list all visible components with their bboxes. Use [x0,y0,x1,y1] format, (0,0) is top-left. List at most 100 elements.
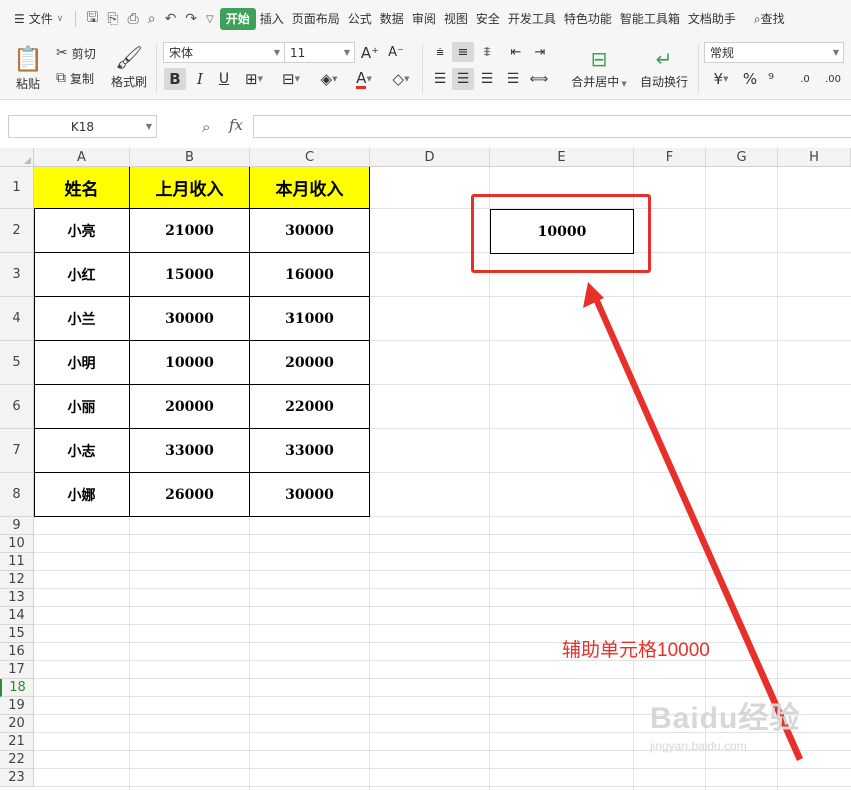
file-menu-label: 文件 [28,12,53,26]
tab-review[interactable]: 审阅 [408,8,440,30]
font-name-value: 宋体 [169,46,194,60]
format-painter-button[interactable]: 🖌 格式刷 [108,42,150,94]
justify-button[interactable]: ☰ [503,68,523,90]
align-left-button[interactable]: ☰ [430,68,450,90]
percent-button[interactable]: % [740,68,760,90]
cut-label: 剪切 [71,46,96,61]
eraser-icon: ◇ [392,70,405,88]
merge-icon: ⊟ [590,46,608,71]
chevron-down-icon: ▼ [343,48,350,57]
tab-formulas[interactable]: 公式 [344,8,376,30]
italic-button[interactable]: I [190,68,210,90]
undo-icon[interactable]: ↶ [165,11,177,27]
tab-view[interactable]: 视图 [440,8,472,30]
tab-data[interactable]: 数据 [376,8,408,30]
redo-icon[interactable]: ↷ [185,11,197,27]
cut-button[interactable]: ✂ 剪切 [56,43,96,63]
cell-style-button[interactable]: ⊟ ▼ [276,68,306,90]
name-box[interactable]: K18 ▼ [8,115,157,138]
file-menu[interactable]: ☰ 文件 ∨ [0,8,71,30]
copy-label: 复制 [70,71,95,86]
align-top-icon: ⩧ [436,44,444,60]
increase-decimal-button[interactable]: .0 [794,68,816,90]
chevron-down-icon: ∨ [56,14,64,24]
align-center-button[interactable]: ☰ [452,68,474,90]
separator [75,11,77,27]
copy-button[interactable]: ⧉ 复制 [56,68,94,88]
zoom-icon[interactable]: ⌕ [202,118,210,136]
tab-page-layout[interactable]: 页面布局 [288,8,344,30]
tab-insert[interactable]: 插入 [256,8,288,30]
chevron-down-icon: ▼ [832,48,839,57]
customize-dropdown-icon[interactable]: ▽ [206,14,214,25]
font-name-select[interactable]: 宋体 ▼ [163,42,285,63]
italic-label: I [197,70,203,88]
increase-font-button[interactable]: A⁺ [360,42,380,63]
borders-button[interactable]: ⊞ ▼ [240,68,268,90]
search-icon: ⌕ [753,12,761,26]
number-format-value: 常规 [710,46,735,60]
currency-icon: ¥ [713,70,724,88]
save-icon[interactable]: 🖫 [86,7,98,31]
justify-icon: ☰ [506,71,520,87]
copy-icon: ⧉ [56,70,66,86]
align-middle-icon: ≡ [457,44,469,60]
separator [422,44,423,94]
indent-decrease-button[interactable]: ⇤ [506,42,526,62]
tab-doc-assistant[interactable]: 文档助手 [684,8,740,30]
align-right-button[interactable]: ☰ [477,68,497,90]
print-preview-icon[interactable]: ⌕ [148,11,156,27]
chevron-down-icon: ▼ [273,48,280,57]
decrease-font-icon: A⁻ [388,45,404,60]
ribbon-home: 📋 粘贴 ✂ 剪切 ⧉ 复制 🖌 格式刷 宋体 ▼ 11 ▼ A⁺ A⁻ B I… [0,38,851,100]
watermark-sub: jingyan.baidu.com [650,739,747,753]
clear-button[interactable]: ◇ ▼ [386,68,416,90]
wrap-text-label: 自动换行 [639,74,688,89]
indent-increase-button[interactable]: ⇥ [530,42,550,62]
search-button[interactable]: ⌕查找 [740,8,789,30]
align-bottom-icon: ⩨ [483,44,491,60]
align-middle-button[interactable]: ≡ [452,42,474,62]
tab-smart-toolbox[interactable]: 智能工具箱 [616,8,684,30]
print-icon[interactable]: ⎙ [128,11,139,27]
decrease-font-button[interactable]: A⁻ [386,42,406,63]
increase-decimal-icon: .0 [800,73,810,85]
currency-button[interactable]: ¥ ▼ [706,68,736,90]
fill-color-button[interactable]: ◈ ▼ [314,68,344,90]
chevron-down-icon: ▼ [366,75,372,83]
merge-center-label: 合并居中 [571,74,620,89]
underline-button[interactable]: U [214,68,234,90]
align-left-icon: ☰ [433,71,447,87]
number-format-select[interactable]: 常规 ▼ [704,42,844,63]
chevron-down-icon: ▼ [404,75,410,83]
font-color-button[interactable]: A ▼ [350,68,378,90]
export-icon[interactable]: ⎘ [107,11,118,27]
thousands-button[interactable]: ⁹ [763,68,779,90]
chevron-down-icon: ▼ [619,79,627,88]
formula-bar: K18 ▼ ⌕ fx [0,108,851,144]
tab-special-features[interactable]: 特色功能 [560,8,616,30]
paste-button[interactable]: 📋 粘贴 [8,42,48,94]
fx-icon[interactable]: fx [229,116,243,134]
borders-icon: ⊞ [245,70,258,88]
chevron-down-icon: ▼ [332,75,338,83]
quick-access-toolbar: 🖫 ⎘ ⎙ ⌕ ↶ ↷ ▽ [80,7,219,31]
chevron-down-icon: ▼ [294,75,300,83]
chevron-down-icon: ▼ [723,75,729,83]
align-top-button[interactable]: ⩧ [430,42,450,62]
distribute-button[interactable]: ⟺ [528,68,550,90]
wrap-text-button[interactable]: ↵ 自动换行 [636,42,692,94]
font-size-select[interactable]: 11 ▼ [284,42,355,63]
bold-button[interactable]: B [164,68,186,90]
spreadsheet-grid[interactable]: ABCDEFGH 1 2 3 4 5 6 7 8 9 10 11 12 13 14 15 16 17 18 19 20… [0,148,851,790]
tab-security[interactable]: 安全 [472,8,504,30]
align-bottom-button[interactable]: ⩨ [477,42,497,62]
formula-input[interactable] [253,115,851,138]
watermark-main: Baidu经验 [650,702,801,735]
tab-developer[interactable]: 开发工具 [504,8,560,30]
decrease-decimal-button[interactable]: .00 [822,68,844,90]
cell-style-icon: ⊟ [282,70,295,88]
tab-home[interactable]: 开始 [219,8,256,30]
menu-bar: ☰ 文件 ∨ 🖫 ⎘ ⎙ ⌕ ↶ ↷ ▽ 开始 插入 页面布局 公式 数据 审阅… [0,0,851,38]
merge-center-button[interactable]: ⊟ 合并居中 ▼ [566,42,632,94]
